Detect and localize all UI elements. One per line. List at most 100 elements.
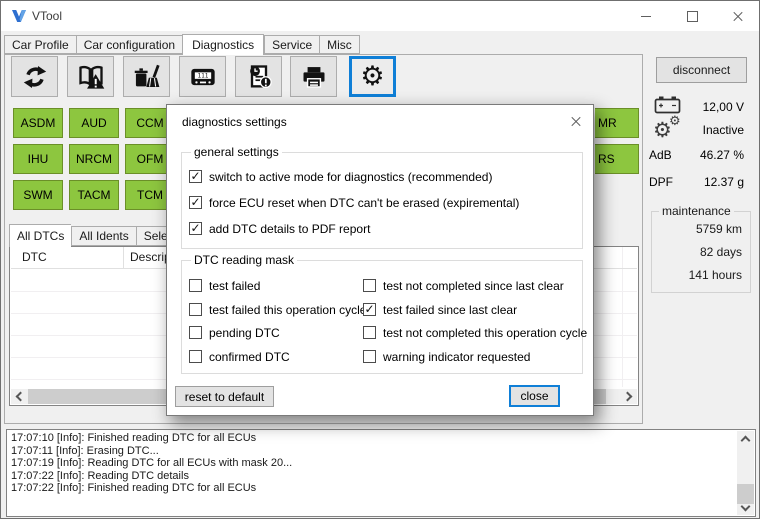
log-line: 17:07:22 [Info]: Reading DTC details [11, 470, 733, 483]
dtc-book-warning-icon [77, 63, 105, 91]
reset-to-default-button[interactable]: reset to default [175, 386, 274, 407]
checkbox-not-completed-op-cycle[interactable] [363, 326, 376, 339]
tab-car-configuration[interactable]: Car configuration [76, 35, 182, 54]
svg-text:111: 111 [197, 72, 208, 79]
checkbox-label[interactable]: confirmed DTC [209, 350, 290, 364]
tab-all-idents[interactable]: All Idents [71, 226, 135, 246]
chevron-right-icon [623, 392, 633, 402]
checkbox-label[interactable]: test not completed since last clear [383, 279, 564, 293]
diagnostics-settings-dialog: diagnostics settings general settings sw… [166, 104, 594, 416]
log-output[interactable]: 17:07:10 [Info]: Finished reading DTC fo… [6, 429, 756, 517]
maintenance-groupbox: maintenance 5759 km 82 days 141 hours [651, 211, 751, 293]
erase-dtc-button[interactable] [123, 56, 170, 97]
tab-diagnostics[interactable]: Diagnostics [182, 34, 264, 55]
log-lines: 17:07:10 [Info]: Finished reading DTC fo… [11, 432, 733, 495]
checkbox-test-failed[interactable] [189, 279, 202, 292]
checkbox-label[interactable]: test not completed this operation cycle [383, 326, 587, 340]
ecu-button-swm[interactable]: SWM [13, 180, 63, 210]
column-header-dtc[interactable]: DTC [22, 247, 47, 268]
diagnostics-settings-button[interactable]: ⚙ [349, 56, 396, 97]
ecu-button-tacm[interactable]: TACM [69, 180, 119, 210]
checkbox-label[interactable]: test failed [209, 279, 260, 293]
checkbox-force-ecu-reset[interactable] [189, 196, 202, 209]
log-vertical-scrollbar[interactable] [737, 431, 754, 515]
checkbox-warning-indicator[interactable] [363, 350, 376, 363]
ecu-button-nrcm[interactable]: NRCM [69, 144, 119, 174]
maximize-button[interactable] [669, 1, 715, 31]
tab-service[interactable]: Service [264, 35, 319, 54]
tab-misc[interactable]: Misc [319, 35, 360, 54]
dtc-tab-strip: All DTCs All Idents Selecte [9, 223, 192, 246]
battery-voltage-value: 12,00 V [703, 100, 744, 114]
scroll-down-button[interactable] [737, 500, 754, 515]
chevron-left-icon [16, 392, 26, 402]
print-icon [300, 63, 328, 91]
title-bar[interactable]: VTool [1, 1, 759, 31]
column-divider[interactable] [123, 247, 124, 268]
close-icon [570, 115, 582, 127]
report-status-icon [245, 63, 273, 91]
checkbox-confirmed-dtc[interactable] [189, 350, 202, 363]
checkbox-pending-dtc[interactable] [189, 326, 202, 339]
gear-icon: ⚙ [360, 63, 384, 90]
active-status-value: Inactive [703, 123, 744, 137]
close-icon [732, 10, 744, 22]
app-window: VTool Car Profile Car configuration Diag… [0, 0, 760, 519]
general-settings-title: general settings [191, 145, 282, 159]
minimize-button[interactable] [623, 1, 669, 31]
ecu-button-asdm[interactable]: ASDM [13, 108, 63, 138]
scroll-up-button[interactable] [737, 431, 754, 446]
log-line: 17:07:19 [Info]: Reading DTC for all ECU… [11, 457, 733, 470]
ecu-button-aud[interactable]: AUD [69, 108, 119, 138]
maintenance-km: 5759 km [696, 222, 742, 236]
ecu-button-ihu[interactable]: IHU [13, 144, 63, 174]
dialog-close-action-button[interactable]: close [509, 385, 560, 407]
column-header-description[interactable]: Descrip [130, 247, 171, 268]
checkbox-label[interactable]: add DTC details to PDF report [209, 222, 370, 236]
minimize-icon [641, 16, 651, 17]
disconnect-button[interactable]: disconnect [656, 57, 747, 83]
maintenance-days: 82 days [700, 245, 742, 259]
chevron-up-icon [741, 435, 751, 445]
tab-all-dtcs[interactable]: All DTCs [9, 224, 71, 247]
checkbox-active-mode[interactable] [189, 170, 202, 183]
checkbox-pdf-details[interactable] [189, 222, 202, 235]
checkbox-label[interactable]: switch to active mode for diagnostics (r… [209, 170, 492, 184]
adb-value: 46.27 % [700, 148, 744, 162]
checkbox-test-failed-op-cycle[interactable] [189, 303, 202, 316]
checkbox-label[interactable]: warning indicator requested [383, 350, 530, 364]
erase-dtc-icon [133, 63, 161, 91]
scroll-right-button[interactable] [620, 389, 637, 404]
scroll-left-button[interactable] [11, 389, 28, 404]
adb-label: AdB [649, 148, 672, 162]
checkbox-label[interactable]: test failed this operation cycle [209, 303, 366, 317]
read-dtc-button[interactable] [11, 56, 58, 97]
report-status-button[interactable] [235, 56, 282, 97]
refresh-icon [21, 63, 49, 91]
checkbox-label[interactable]: force ECU reset when DTC can't be erased… [209, 196, 519, 210]
dpf-label: DPF [649, 175, 673, 189]
gears-status-small-icon: ⚙ [669, 114, 681, 129]
checkbox-label[interactable]: pending DTC [209, 326, 280, 340]
window-title: VTool [32, 9, 62, 23]
instrument-cluster-button[interactable]: 111 [179, 56, 226, 97]
app-logo-icon [11, 8, 27, 27]
dpf-value: 12.37 g [704, 175, 744, 189]
tab-car-profile[interactable]: Car Profile [4, 35, 76, 54]
maintenance-hours: 141 hours [689, 268, 742, 282]
print-report-button[interactable] [290, 56, 337, 97]
close-window-button[interactable] [715, 1, 760, 31]
log-line: 17:07:22 [Info]: Finished reading DTC fo… [11, 482, 733, 495]
dtc-details-button[interactable] [67, 56, 114, 97]
checkbox-failed-since-last-clear[interactable] [363, 303, 376, 316]
checkbox-label[interactable]: test failed since last clear [383, 303, 517, 317]
maximize-icon [687, 11, 698, 22]
checkbox-not-completed-last-clear[interactable] [363, 279, 376, 292]
log-line: 17:07:11 [Info]: Erasing DTC... [11, 445, 733, 458]
close-label: close [520, 389, 548, 403]
maintenance-title: maintenance [659, 204, 734, 218]
main-tab-strip: Car Profile Car configuration Diagnostic… [4, 33, 360, 54]
dialog-close-button[interactable] [566, 111, 586, 131]
ecu-button-mr-partial[interactable]: MR [595, 108, 639, 138]
ecu-button-rs-partial[interactable]: RS [595, 144, 639, 174]
